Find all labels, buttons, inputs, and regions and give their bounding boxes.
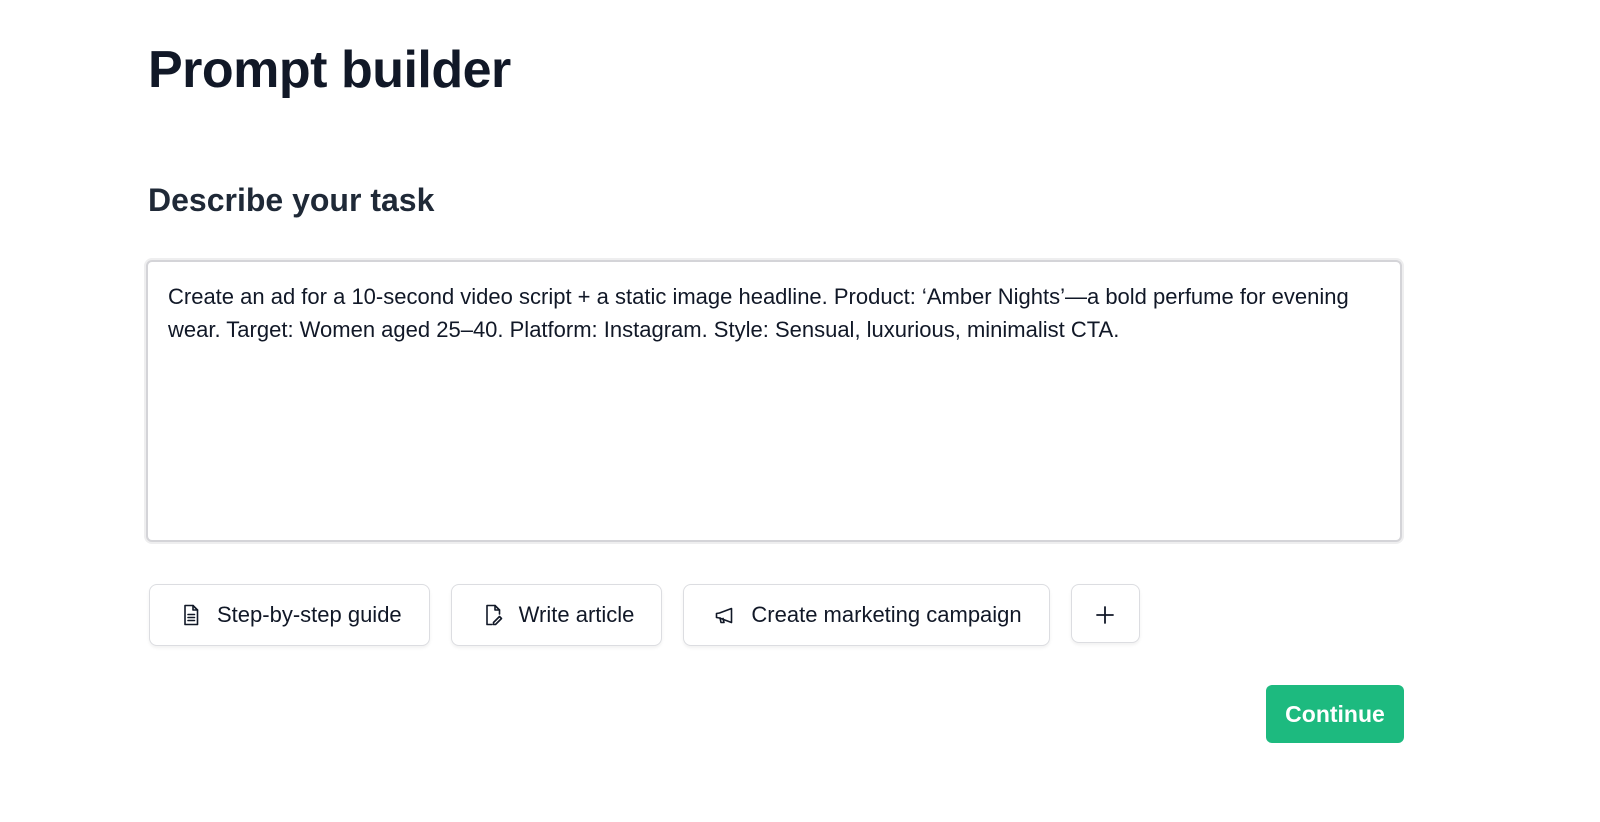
chip-label: Create marketing campaign [751,602,1022,627]
template-chips: Step-by-step guide Write article Create … [149,584,1140,646]
write-article-button[interactable]: Write article [450,584,663,646]
document-lines-icon [179,603,203,627]
task-heading: Describe your task [148,182,435,218]
create-marketing-campaign-button[interactable]: Create marketing campaign [683,584,1050,646]
chip-label: Write article [518,602,635,627]
task-description-input[interactable]: Create an ad for a 10-second video scrip… [146,260,1402,542]
plus-icon [1094,603,1116,625]
chip-label: Step-by-step guide [217,602,402,627]
megaphone-icon [713,603,737,627]
page-title: Prompt builder [148,41,511,99]
add-template-button[interactable] [1070,584,1140,643]
step-by-step-guide-button[interactable]: Step-by-step guide [149,584,430,646]
continue-button[interactable]: Continue [1266,685,1404,743]
pen-document-icon [481,603,505,627]
